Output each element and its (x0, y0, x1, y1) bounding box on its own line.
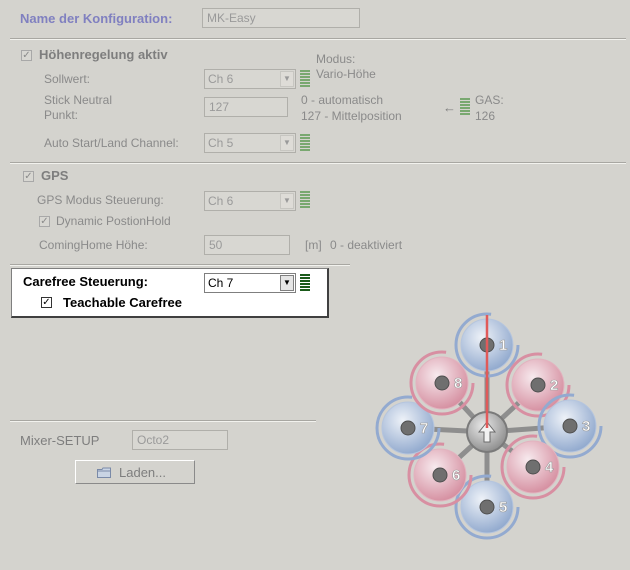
chevron-down-icon[interactable]: ▼ (280, 71, 294, 87)
separator (10, 420, 316, 422)
arrow-left-icon: ← (443, 100, 456, 115)
octo-mixer-diagram: 1 2 3 4 5 6 7 8 (375, 312, 603, 540)
load-mixer-label: Laden... (119, 465, 166, 480)
stick-neutral-label: Stick Neutral (44, 93, 113, 107)
autostart-value: Ch 5 (208, 136, 234, 150)
stick-neutral-label-2: Punkt: (44, 108, 79, 122)
setpoint-label: Sollwert: (44, 72, 91, 86)
carefree-label: Carefree Steuerung: (23, 274, 148, 289)
gps-title: GPS (41, 168, 69, 183)
mixer-label: Mixer-SETUP (20, 433, 100, 448)
autostart-label: Auto Start/Land Channel: (44, 136, 179, 150)
autostart-level-bar (300, 134, 310, 152)
mixer-name-input[interactable]: Octo2 (132, 430, 228, 450)
config-name-label: Name der Konfiguration: (20, 11, 173, 26)
teachable-carefree-checkbox[interactable]: ✓ (41, 297, 52, 308)
setpoint-value: Ch 6 (208, 72, 234, 86)
motor-number: 6 (452, 467, 460, 484)
separator (10, 38, 626, 40)
motor-number: 7 (420, 420, 428, 437)
mode-label: Modus: (316, 52, 356, 66)
separator (10, 264, 350, 266)
stick-hint-2: 127 - Mittelposition (301, 109, 402, 123)
dynamic-posthold-label: Dynamic PostionHold (56, 214, 171, 228)
stick-neutral-input[interactable]: 127 (204, 97, 288, 117)
gas-label: GAS: (475, 93, 504, 107)
motor-number: 8 (454, 375, 462, 392)
cominghome-unit: [m] (305, 238, 322, 252)
chevron-down-icon[interactable]: ▼ (280, 275, 294, 291)
motor-number: 4 (545, 459, 554, 476)
gas-value: 126 (475, 109, 496, 123)
motor-number: 2 (550, 377, 558, 394)
gps-mode-level-bar (300, 191, 310, 209)
teachable-carefree-label: Teachable Carefree (63, 295, 182, 310)
cominghome-label: ComingHome Höhe: (39, 238, 148, 252)
separator (10, 162, 626, 164)
setpoint-level-bar (300, 70, 310, 88)
cominghome-hint: 0 - deaktiviert (330, 238, 403, 252)
motor-8: 8 (409, 350, 475, 416)
autostart-select[interactable]: Ch 5 ▼ (204, 133, 296, 153)
folder-icon (97, 466, 111, 478)
gps-mode-select[interactable]: Ch 6 ▼ (204, 191, 296, 211)
config-name-input[interactable]: MK-Easy (202, 8, 360, 28)
load-mixer-button[interactable]: Laden... (75, 460, 195, 484)
gas-level-bar (460, 98, 470, 116)
carefree-value: Ch 7 (208, 276, 234, 290)
gps-mode-label: GPS Modus Steuerung: (37, 193, 164, 207)
motor-number: 1 (499, 337, 507, 354)
cominghome-input[interactable]: 50 (204, 235, 290, 255)
motor-number: 5 (499, 499, 507, 516)
motor-number: 3 (582, 418, 590, 435)
carefree-panel: Carefree Steuerung: Ch 7 ▼ ✓ Teachable C… (11, 268, 329, 318)
mode-value: Vario-Höhe (316, 67, 376, 81)
chevron-down-icon[interactable]: ▼ (280, 135, 294, 151)
gps-mode-value: Ch 6 (208, 194, 234, 208)
carefree-level-bar (300, 274, 310, 292)
chevron-down-icon[interactable]: ▼ (280, 193, 294, 209)
gps-checkbox[interactable]: ✓ (23, 171, 34, 182)
setpoint-select[interactable]: Ch 6 ▼ (204, 69, 296, 89)
stick-hint-1: 0 - automatisch (301, 93, 384, 107)
carefree-select[interactable]: Ch 7 ▼ (204, 273, 296, 293)
altitude-title: Höhenregelung aktiv (39, 47, 168, 62)
dynamic-posthold-checkbox[interactable]: ✓ (39, 216, 50, 227)
altitude-checkbox[interactable]: ✓ (21, 50, 32, 61)
